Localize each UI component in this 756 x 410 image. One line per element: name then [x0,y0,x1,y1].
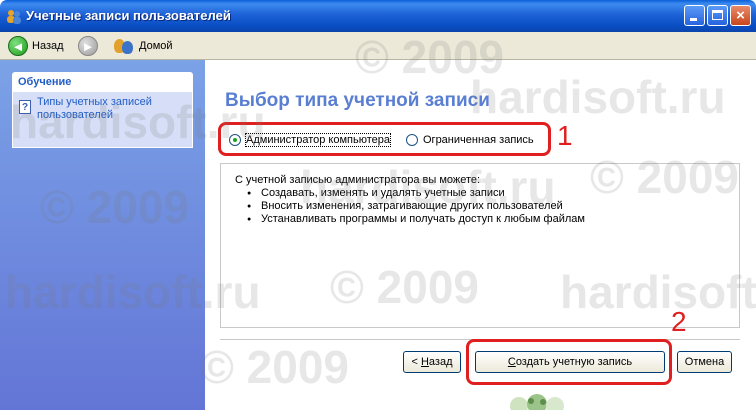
back-button-accesskey: Н [420,356,429,368]
back-button[interactable]: < Назад [403,351,461,373]
annotation-frame-1 [218,122,551,156]
main-panel: Выбор типа учетной записи Администратор … [205,60,756,410]
window-title: Учетные записи пользователей [26,8,231,23]
back-arrow-icon: ◄ [8,36,28,56]
users-app-icon [7,10,21,24]
minimize-button[interactable] [684,5,705,26]
help-icon: ? [19,100,31,114]
sidebar: Обучение ? Типы учетных записей пользова… [0,60,205,410]
account-types-link[interactable]: Типы учетных записей пользователей [37,96,187,122]
learn-panel-title: Обучение [12,72,193,92]
cancel-button[interactable]: Отмена [677,351,732,373]
learn-panel-body: ? Типы учетных записей пользователей [12,92,193,148]
cancel-button-label: Отмена [684,356,725,368]
list-item: Вносить изменения, затрагивающие других … [235,200,585,213]
annotation-frame-2 [466,339,672,385]
maximize-icon [712,10,723,20]
forward-nav-button[interactable]: ► [78,35,98,57]
learn-panel: Обучение ? Типы учетных записей пользова… [12,72,193,148]
list-item: Создавать, изменять и удалять учетные за… [235,187,585,200]
maximize-button[interactable] [707,5,728,26]
info-box: С учетной записью администратора вы може… [220,163,740,328]
annotation-number-1: 1 [557,120,573,151]
back-label: Назад [32,40,64,52]
home-users-icon [113,37,135,55]
page-title: Выбор типа учетной записи [225,90,490,111]
title-bar[interactable]: Учетные записи пользователей × [0,0,756,32]
back-nav-button[interactable]: ◄ Назад [8,35,64,57]
back-button-prefix: < [411,356,421,368]
close-icon: × [736,7,745,24]
forward-arrow-icon: ► [78,36,98,56]
close-button[interactable]: × [730,5,751,26]
home-label: Домой [139,40,173,52]
back-button-label: азад [428,356,453,368]
annotation-number-2: 2 [671,306,687,337]
info-intro: С учетной записью администратора вы може… [235,174,481,186]
toolbar: ◄ Назад ► Домой [0,32,756,60]
list-item: Устанавливать программы и получать досту… [235,213,585,226]
minimize-icon [690,18,697,21]
home-button[interactable]: Домой [113,35,173,57]
info-list: Создавать, изменять и удалять учетные за… [235,187,585,226]
